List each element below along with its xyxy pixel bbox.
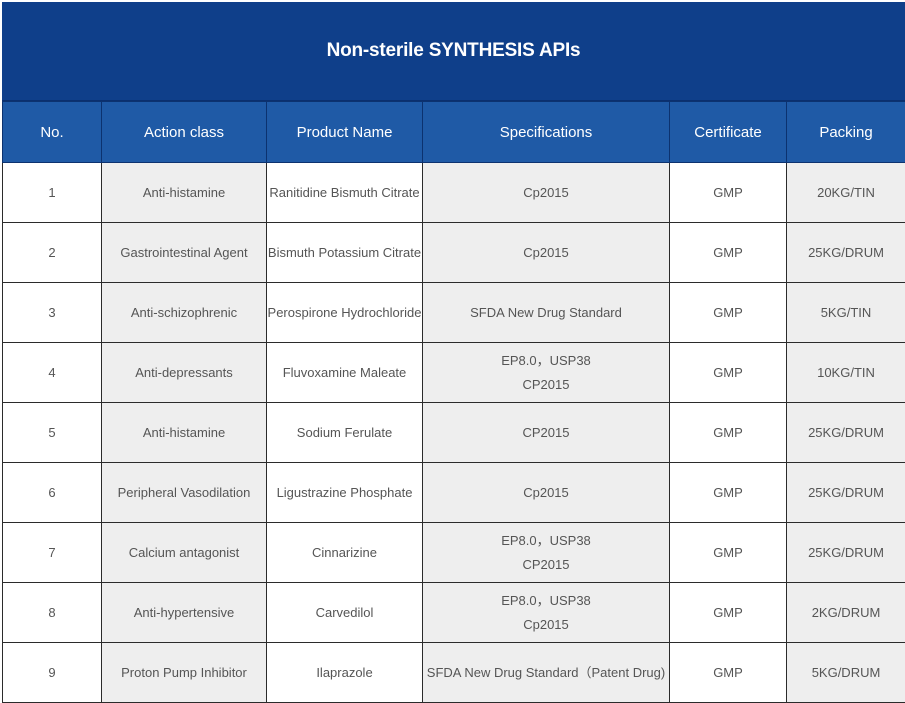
spec-line: EP8.0，USP38 [501,592,591,608]
cell-specifications: EP8.0，USP38 CP2015 [422,522,670,583]
cell-certificate: GMP [669,342,787,403]
cell-product-name: Carvedilol [266,582,423,643]
cell-action-class: Anti-depressants [101,342,267,403]
table-row: 6 Peripheral Vasodilation Ligustrazine Pho… [2,462,905,523]
product-table-container: Non-sterile SYNTHESIS APIs No. Action cl… [2,2,905,703]
cell-packing: 2KG/DRUM [786,582,905,643]
cell-packing: 5KG/TIN [786,282,905,343]
cell-specifications: EP8.0，USP38 CP2015 [422,342,670,403]
cell-specifications: Cp2015 [422,462,670,523]
cell-specifications: SFDA New Drug Standard [422,282,670,343]
cell-packing: 25KG/DRUM [786,222,905,283]
table-row: 7 Calcium antagonist Cinnarizine EP8.0，USP3… [2,522,905,583]
cell-packing: 5KG/DRUM [786,642,905,703]
column-header-product-name: Product Name [266,101,423,163]
table-row: 1 Anti-histamine Ranitidine Bismuth Citrat… [2,162,905,223]
table-title-bar: Non-sterile SYNTHESIS APIs [2,2,905,101]
cell-certificate: GMP [669,222,787,283]
cell-action-class: Calcium antagonist [101,522,267,583]
cell-action-class: Anti-schizophrenic [101,282,267,343]
cell-certificate: GMP [669,162,787,223]
cell-action-class: Gastrointestinal Agent [101,222,267,283]
column-header-specifications: Specifications [422,101,670,163]
spec-line: CP2015 [522,556,570,572]
cell-certificate: GMP [669,282,787,343]
spec-line: Cp2015 [523,184,569,200]
column-header-packing: Packing [786,101,905,163]
table-row: 3 Anti-schizophrenic Perospirone Hydrochlo… [2,282,905,343]
cell-product-name: Cinnarizine [266,522,423,583]
cell-no: 9 [2,642,102,703]
cell-certificate: GMP [669,462,787,523]
spec-line: EP8.0，USP38 [501,532,591,548]
table-row: 8 Anti-hypertensive Carvedilol EP8.0，USP38 C… [2,582,905,643]
cell-certificate: GMP [669,642,787,703]
cell-action-class: Anti-hypertensive [101,582,267,643]
spec-line: Cp2015 [523,616,569,632]
cell-certificate: GMP [669,582,787,643]
spec-line: Cp2015 [523,244,569,260]
cell-specifications: SFDA New Drug Standard（Patent Drug) [422,642,670,703]
cell-no: 7 [2,522,102,583]
cell-no: 4 [2,342,102,403]
cell-product-name: Ranitidine Bismuth Citrate [266,162,423,223]
cell-no: 1 [2,162,102,223]
spec-line: EP8.0，USP38 [501,352,591,368]
cell-no: 5 [2,402,102,463]
cell-no: 2 [2,222,102,283]
table-header-row: No. Action class Product Name Specificat… [2,101,905,163]
table-row: 9 Proton Pump Inhibitor Ilaprazole SFDA New… [2,642,905,703]
cell-action-class: Anti-histamine [101,402,267,463]
cell-packing: 25KG/DRUM [786,522,905,583]
cell-certificate: GMP [669,522,787,583]
cell-action-class: Peripheral Vasodilation [101,462,267,523]
cell-no: 6 [2,462,102,523]
cell-product-name: Fluvoxamine Maleate [266,342,423,403]
cell-specifications: CP2015 [422,402,670,463]
product-table: No. Action class Product Name Specificat… [2,101,905,703]
column-header-certificate: Certificate [669,101,787,163]
column-header-action-class: Action class [101,101,267,163]
cell-product-name: Perospirone Hydrochloride [266,282,423,343]
spec-line: CP2015 [522,424,570,440]
cell-specifications: Cp2015 [422,222,670,283]
spec-line: Cp2015 [523,484,569,500]
cell-packing: 25KG/DRUM [786,402,905,463]
cell-product-name: Ilaprazole [266,642,423,703]
cell-product-name: Bismuth Potassium Citrate [266,222,423,283]
cell-no: 8 [2,582,102,643]
cell-packing: 20KG/TIN [786,162,905,223]
cell-certificate: GMP [669,402,787,463]
cell-specifications: Cp2015 [422,162,670,223]
table-row: 4 Anti-depressants Fluvoxamine Maleate EP8.… [2,342,905,403]
cell-product-name: Ligustrazine Phosphate [266,462,423,523]
cell-packing: 10KG/TIN [786,342,905,403]
table-row: 2 Gastrointestinal Agent Bismuth Potassium… [2,222,905,283]
cell-action-class: Anti-histamine [101,162,267,223]
table-row: 5 Anti-histamine Sodium Ferulate CP2015 GMP 2… [2,402,905,463]
spec-line: SFDA New Drug Standard [470,304,622,320]
cell-packing: 25KG/DRUM [786,462,905,523]
column-header-no: No. [2,101,102,163]
spec-line: SFDA New Drug Standard（Patent Drug) [426,664,666,680]
table-title: Non-sterile SYNTHESIS APIs [326,40,581,61]
cell-product-name: Sodium Ferulate [266,402,423,463]
cell-specifications: EP8.0，USP38 Cp2015 [422,582,670,643]
table-body: 1 Anti-histamine Ranitidine Bismuth Citrat… [2,162,905,703]
spec-line: CP2015 [522,376,570,392]
cell-action-class: Proton Pump Inhibitor [101,642,267,703]
cell-no: 3 [2,282,102,343]
